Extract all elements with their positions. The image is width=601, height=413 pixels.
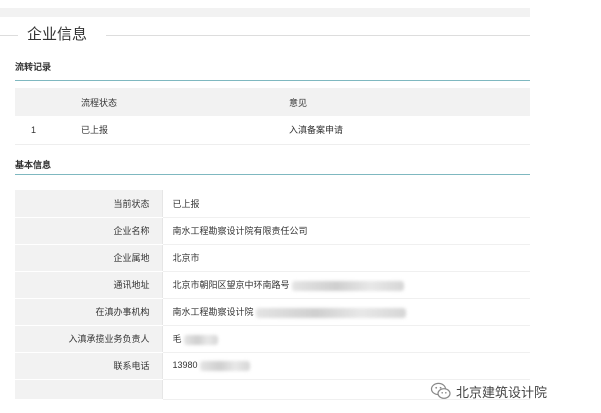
cell-index: 1 [15,116,81,145]
field-label [15,379,163,400]
field-label: 当前状态 [15,190,163,218]
field-label: 联系电话 [15,352,163,380]
field-value: 北京市 [162,244,530,272]
field-label: 在滇办事机构 [15,298,163,326]
redacted-block [183,334,218,345]
column-header-opinion: 意见 [289,88,530,116]
field-label: 企业名称 [15,217,163,245]
info-row-phone: 联系电话 13980 [15,352,530,380]
table-header-row: 流程状态 意见 [15,88,530,116]
page-title: 企业信息 [27,26,88,43]
info-row-company-name: 企业名称 南水工程勘察设计院有限责任公司 [15,217,530,245]
divider [0,35,18,36]
panel-header: 企业信息 [0,26,530,44]
field-value-container: 13980 [162,352,530,380]
divider [106,35,530,36]
field-value: 毛 [172,334,182,344]
info-row-location: 企业属地 北京市 [15,244,530,272]
basic-info-table: 当前状态 已上报 企业名称 南水工程勘察设计院有限责任公司 企业属地 北京市 通… [15,190,530,400]
flow-record-table: 流程状态 意见 1 已上报 入滇备案申请 [15,88,530,145]
redacted-block [199,360,250,371]
field-label: 通讯地址 [15,271,163,299]
section-divider [15,174,530,175]
field-value: 13980 [172,360,198,371]
wechat-icon [430,382,451,399]
info-row-office: 在滇办事机构 南水工程勘察设计院 [15,298,530,326]
redacted-block [291,280,404,291]
section-title-basic: 基本信息 [15,160,52,170]
top-bar [0,8,530,17]
field-value: 北京市朝阳区望京中环南路号 [172,280,290,290]
field-value: 南水工程勘察设计院 [172,307,254,317]
field-value: 南水工程勘察设计院有限责任公司 [162,217,530,245]
field-value-container: 毛 [162,325,530,353]
info-row-status: 当前状态 已上报 [15,190,530,218]
field-label: 入滇承揽业务负责人 [15,325,163,353]
section-divider [15,80,530,81]
info-row-address: 通讯地址 北京市朝阳区望京中环南路号 [15,271,530,299]
watermark: 北京建筑设计院 [430,381,547,401]
field-label: 企业属地 [15,244,163,272]
info-row-manager: 入滇承揽业务负责人 毛 [15,325,530,353]
field-value: 已上报 [162,190,530,218]
field-value-container: 北京市朝阳区望京中环南路号 [162,271,530,299]
column-header-status: 流程状态 [81,88,289,116]
column-header-index [15,88,81,116]
watermark-text: 北京建筑设计院 [456,384,548,400]
cell-opinion: 入滇备案申请 [289,116,530,145]
field-value-container: 南水工程勘察设计院 [162,298,530,326]
redacted-block [255,307,406,318]
table-row[interactable]: 1 已上报 入滇备案申请 [15,116,530,145]
section-title-flow: 流转记录 [15,62,52,72]
cell-status: 已上报 [81,116,289,145]
